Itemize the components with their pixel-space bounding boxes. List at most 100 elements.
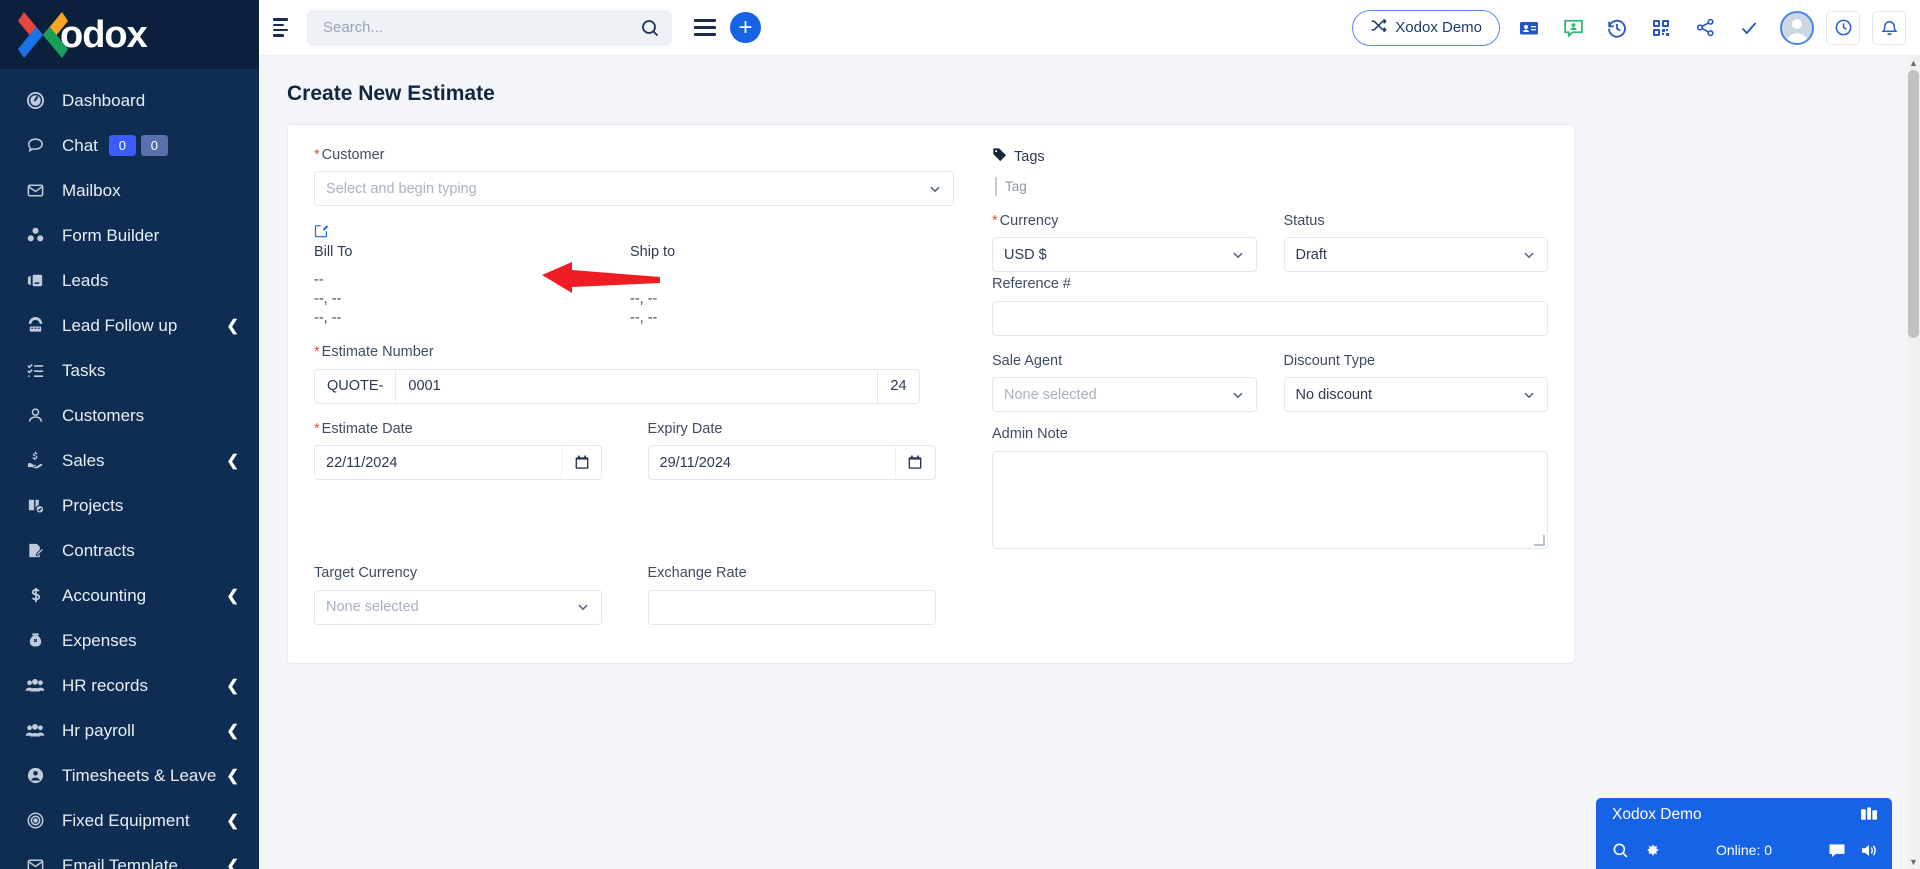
chat-widget-title: Xodox Demo [1612, 805, 1702, 823]
phone-icon [22, 315, 48, 337]
sidebar-item-accounting[interactable]: Accounting ❮ [0, 573, 259, 618]
menu-lines-icon[interactable] [694, 19, 716, 36]
sidebar-item-contracts[interactable]: Contracts [0, 528, 259, 573]
add-new-button[interactable]: + [730, 12, 761, 43]
sidebar-item-fixed-equipment[interactable]: Fixed Equipment ❮ [0, 798, 259, 843]
chevron-left-icon: ❮ [226, 677, 239, 694]
expiry-date-input[interactable]: 29/11/2024 [647, 445, 936, 481]
sidebar-item-email-template[interactable]: Email Template ❮ [0, 843, 259, 869]
sidebar-item-timesheets-leave[interactable]: Timesheets & Leave ❮ [0, 753, 259, 798]
app-logo[interactable]: odox [0, 0, 259, 69]
scroll-down-arrow[interactable]: ▼ [1907, 855, 1920, 869]
bell-icon[interactable] [1872, 10, 1906, 45]
customer-select[interactable]: Select and begin typing [314, 171, 954, 207]
chat-widget[interactable]: Xodox Demo Online: 0 [1596, 798, 1892, 869]
chevron-left-icon: ❮ [226, 812, 239, 829]
share-icon[interactable] [1690, 13, 1720, 43]
status-value: Draft [1295, 246, 1327, 263]
sidebar: odox Dashboard Chat 0 0 Mailbox Form Bui… [0, 0, 259, 869]
chat-search-icon[interactable] [1612, 842, 1629, 859]
form-left-column: * Customer Select and begin typing Bill … [314, 147, 974, 643]
clock-icon[interactable] [1826, 10, 1860, 45]
check-icon[interactable] [1734, 13, 1764, 43]
sidebar-item-projects[interactable]: Projects [0, 483, 259, 528]
sidebar-item-dashboard[interactable]: Dashboard [0, 78, 259, 123]
sidebar-item-mailbox[interactable]: Mailbox [0, 168, 259, 213]
sidebar-item-customers[interactable]: Customers [0, 393, 259, 438]
customer-label: * Customer [314, 147, 954, 164]
estimate-number-input[interactable]: 0001 [396, 370, 877, 403]
chat-sound-icon[interactable] [1860, 842, 1878, 859]
discount-type-select[interactable]: No discount [1283, 377, 1548, 413]
scroll-up-arrow[interactable]: ▲ [1907, 56, 1920, 70]
sidebar-item-lead-follow-up[interactable]: Lead Follow up ❮ [0, 303, 259, 348]
tags-header: Tags [992, 147, 1548, 166]
sidebar-item-tasks[interactable]: Tasks [0, 348, 259, 393]
chat-badge-secondary: 0 [140, 135, 168, 156]
bill-to-line: --, -- [314, 291, 342, 308]
chat-settings-gear-icon[interactable] [1643, 842, 1660, 859]
status-select[interactable]: Draft [1283, 237, 1548, 273]
sidebar-item-label: HR records [62, 675, 148, 695]
sidebar-item-label: Dashboard [62, 90, 146, 110]
avatar[interactable] [1780, 10, 1814, 45]
sale-agent-select[interactable]: None selected [992, 377, 1257, 413]
user-circle-icon [22, 765, 48, 787]
ship-to-block: Ship to -- --, -- --, -- [630, 223, 946, 328]
sale-agent-field: Sale Agent None selected [992, 353, 1257, 413]
logo-text: odox [60, 13, 148, 56]
search-box[interactable] [307, 9, 672, 46]
sidebar-item-hr-payroll[interactable]: Hr payroll ❮ [0, 708, 259, 753]
sidebar-item-form-builder[interactable]: Form Builder [0, 213, 259, 258]
tags-input[interactable]: Tag [995, 177, 1548, 196]
sidebar-item-expenses[interactable]: Expenses [0, 618, 259, 663]
customer-value: Select and begin typing [326, 180, 477, 197]
chat-message-icon[interactable] [1828, 842, 1846, 859]
app-root: odox Dashboard Chat 0 0 Mailbox Form Bui… [0, 0, 1920, 869]
chat-widget-header[interactable]: Xodox Demo [1596, 798, 1892, 831]
admin-note-textarea[interactable] [992, 450, 1548, 549]
chat-badge-primary: 0 [108, 135, 136, 156]
chat-widget-minimize-icon[interactable] [1861, 807, 1878, 822]
calendar-icon[interactable] [561, 446, 601, 480]
search-input[interactable] [323, 19, 640, 36]
customer-field: * Customer Select and begin typing [314, 147, 954, 207]
sidebar-item-sales[interactable]: Sales ❮ [0, 438, 259, 483]
chat-icon [22, 135, 48, 157]
search-icon[interactable] [640, 18, 660, 38]
ship-to-line: --, -- [630, 310, 658, 327]
page-scrollbar[interactable]: ▲ ▼ [1907, 56, 1920, 869]
id-card-icon[interactable] [1514, 13, 1544, 43]
money-bag-icon [22, 630, 48, 652]
sidebar-item-label: Accounting [62, 585, 147, 605]
sidebar-item-hr-records[interactable]: HR records ❮ [0, 663, 259, 708]
people-icon [22, 720, 48, 742]
required-asterisk: * [314, 344, 320, 361]
sidebar-item-chat[interactable]: Chat 0 0 [0, 123, 259, 168]
status-label: Status [1283, 213, 1325, 229]
qr-code-icon[interactable] [1646, 13, 1676, 43]
currency-select[interactable]: USD $ [992, 237, 1257, 273]
target-currency-select[interactable]: None selected [314, 589, 602, 625]
chevron-down-icon [1522, 388, 1536, 402]
exchange-rate-input[interactable] [647, 589, 936, 625]
reference-input[interactable] [992, 300, 1548, 336]
estimate-date-input[interactable]: 22/11/2024 [314, 445, 602, 481]
workspace-switcher-button[interactable]: Xodox Demo [1352, 9, 1500, 46]
calendar-icon[interactable] [894, 446, 935, 480]
sidebar-item-leads[interactable]: Leads [0, 258, 259, 303]
chat-online-count: Online: 0 [1715, 842, 1773, 858]
chevron-left-icon: ❮ [226, 767, 239, 784]
chevron-left-icon: ❮ [226, 317, 239, 334]
history-icon[interactable] [1602, 13, 1632, 43]
green-chat-icon[interactable] [1558, 13, 1588, 43]
estimate-date-label: * Estimate Date [314, 421, 621, 438]
required-asterisk: * [314, 147, 320, 163]
sidebar-toggle-icon[interactable] [273, 16, 297, 40]
scrollbar-thumb[interactable] [1908, 70, 1919, 338]
xodox-logo-icon [14, 9, 72, 61]
edit-billing-address-icon[interactable] [314, 223, 630, 240]
sidebar-item-label: Contracts [62, 540, 135, 560]
discount-type-field: Discount Type No discount [1283, 353, 1548, 413]
chevron-down-icon [928, 182, 942, 196]
